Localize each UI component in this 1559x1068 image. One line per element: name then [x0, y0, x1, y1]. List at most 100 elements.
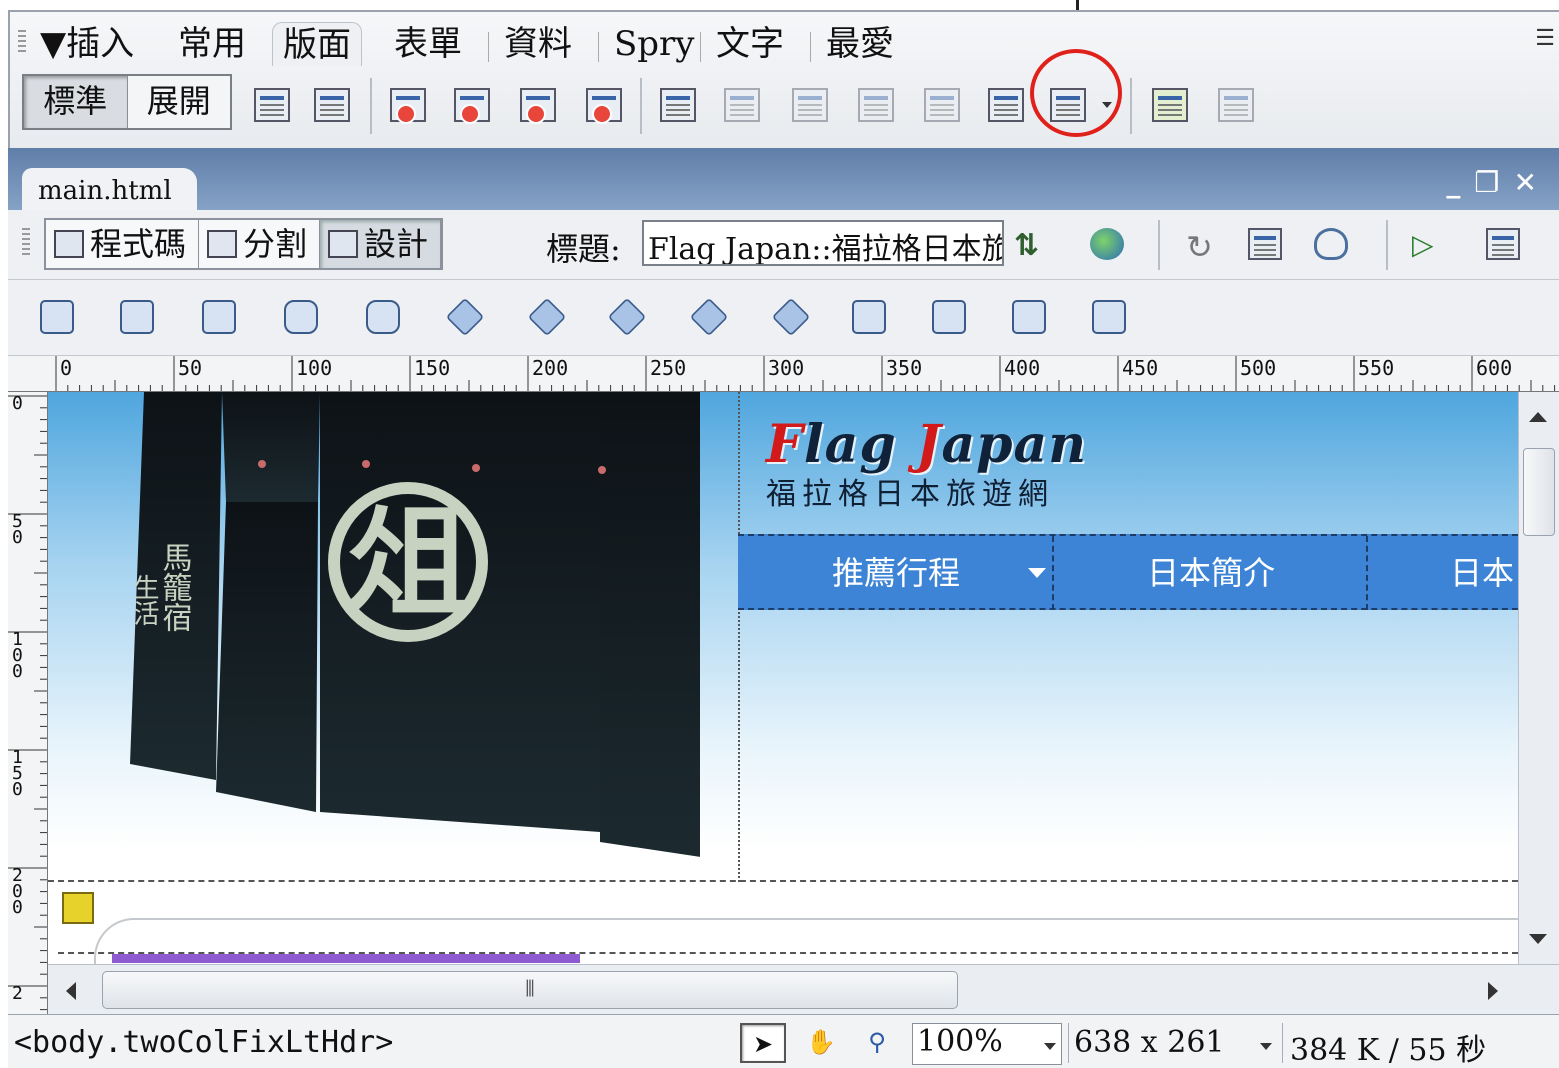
toolbar-grip[interactable] — [22, 228, 30, 258]
layout-tool-icon[interactable] — [527, 297, 567, 337]
toolbar-separator — [640, 78, 642, 134]
expanded-mode-button[interactable]: 展開 — [128, 76, 231, 128]
insert-panel-title[interactable]: ▼插入 — [40, 22, 134, 66]
horizontal-scrollbar[interactable]: ⦀ — [48, 964, 1559, 1014]
design-view-button[interactable]: 設計 — [320, 220, 442, 268]
ruler-label: 400 — [1004, 356, 1041, 380]
layout-tool-icon[interactable] — [40, 300, 74, 334]
highlight-circle — [1030, 49, 1122, 137]
logo-subtitle: 福拉格日本旅遊網 — [766, 477, 1054, 512]
tab-text[interactable]: 文字 — [716, 22, 784, 66]
layout-tool-icon[interactable] — [445, 297, 485, 337]
document-tab[interactable]: main.html — [22, 168, 197, 214]
file-management-icon[interactable]: ⇅ — [1014, 228, 1048, 263]
insert-table-grid-icon[interactable] — [660, 88, 696, 122]
scroll-right-icon[interactable] — [1488, 982, 1498, 1000]
insert-column-right-icon — [924, 88, 960, 122]
visual-aids-icon[interactable] — [1314, 228, 1348, 260]
layout-mode-icon[interactable] — [1152, 88, 1188, 122]
panel-grip[interactable] — [18, 30, 26, 52]
split-view-button[interactable]: 分割 — [199, 220, 321, 268]
pointer-tool-icon[interactable]: ➤ — [740, 1023, 786, 1063]
noren-emblem: 俎 — [347, 492, 468, 633]
spry-tabbed-panels-icon[interactable] — [454, 88, 490, 124]
nav-item-recommended-itineraries[interactable]: 推薦行程 — [738, 536, 1054, 610]
vertical-scroll-thumb[interactable] — [1523, 448, 1555, 536]
ruler-label: 150 — [12, 747, 23, 800]
close-icon[interactable]: ✕ — [1514, 166, 1551, 199]
page-title-input[interactable]: Flag Japan::福拉格日本旅遊網 — [642, 220, 1004, 266]
validate-markup-icon[interactable]: ▷ — [1412, 228, 1446, 261]
layout-tool-icon[interactable] — [1092, 300, 1126, 334]
design-icon — [328, 230, 359, 258]
zoom-tool-icon[interactable]: ⚲ — [854, 1023, 900, 1063]
layout-tool-icon[interactable] — [689, 297, 729, 337]
toolbar-separator — [370, 78, 372, 134]
tab-spry[interactable]: Spry — [614, 22, 695, 66]
tab-favorites[interactable]: 最愛 — [826, 22, 894, 66]
zoom-dropdown-icon[interactable] — [1044, 1043, 1056, 1050]
hand-tool-icon[interactable]: ✋ — [798, 1023, 844, 1063]
selected-element-bar[interactable] — [112, 954, 580, 963]
insert-panel: ▼插入 常用 版面 表單 資料 Spry 文字 最愛 ☰ 標準 展開 — [8, 10, 1559, 155]
nav-item-japan-intro[interactable]: 日本簡介 — [1054, 536, 1368, 610]
spry-accordion-icon[interactable] — [520, 88, 556, 124]
layout-tool-icon[interactable] — [202, 300, 236, 334]
scroll-left-icon[interactable] — [66, 982, 76, 1000]
nav-item-japan[interactable]: 日本 — [1378, 536, 1518, 610]
ruler-label: 50 — [12, 511, 23, 548]
layout-tool-icon[interactable] — [771, 297, 811, 337]
ruler-label: 2 — [12, 983, 23, 1004]
tab-data[interactable]: 資料 — [504, 22, 572, 66]
scroll-down-icon[interactable] — [1529, 934, 1547, 944]
code-view-button[interactable]: 程式碼 — [46, 220, 200, 268]
site-logo: Flag Japan 福拉格日本旅遊網 — [766, 414, 1087, 513]
iframe-icon[interactable] — [988, 88, 1024, 122]
tab-layout[interactable]: 版面 — [272, 22, 362, 66]
tab-forms[interactable]: 表單 — [394, 22, 462, 66]
restore-icon[interactable]: ❐ — [1474, 166, 1513, 199]
insert-row-above-icon — [724, 88, 760, 122]
panel-options-icon[interactable]: ☰ — [1535, 26, 1555, 51]
standard-mode-button[interactable]: 標準 — [24, 76, 128, 128]
check-browser-compatibility-icon[interactable] — [1486, 228, 1520, 260]
insert-table-icon[interactable] — [254, 88, 290, 122]
tab-common[interactable]: 常用 — [178, 22, 246, 66]
spry-menu-bar-icon[interactable] — [390, 88, 426, 124]
document-toolbar: 程式碼 分割 設計 標題: Flag Japan::福拉格日本旅遊網 ⇅ ↻ ▷ — [8, 210, 1559, 280]
noren-curtain-image: 俎 馬籠宿 生活 — [130, 392, 700, 857]
layout-tool-icon[interactable] — [932, 300, 966, 334]
window-size[interactable]: 638 x 261 — [1074, 1025, 1225, 1060]
layout-tool-icon[interactable] — [120, 300, 154, 334]
refresh-icon[interactable]: ↻ — [1186, 228, 1220, 266]
layout-tool-icon[interactable] — [607, 297, 647, 337]
expanded-table-icon[interactable] — [1218, 88, 1254, 122]
script-marker-icon[interactable] — [62, 892, 94, 924]
tab-separator — [598, 32, 599, 62]
design-canvas[interactable]: 俎 馬籠宿 生活 Flag Japan 福拉格日本旅遊網 推薦行程 日本簡介 日… — [48, 392, 1518, 964]
scroll-up-icon[interactable] — [1529, 412, 1547, 422]
vertical-scrollbar[interactable] — [1518, 392, 1559, 964]
minimize-icon[interactable]: _ — [1446, 166, 1474, 199]
ruler-label: 100 — [12, 629, 23, 682]
sidebar-boundary — [738, 392, 740, 882]
spry-collapsible-panel-icon[interactable] — [586, 88, 622, 124]
status-separator — [1068, 1023, 1069, 1063]
view-options-icon[interactable] — [1248, 228, 1282, 260]
submenu-arrow-icon — [1028, 568, 1046, 578]
ruler-label: 100 — [296, 356, 333, 380]
comment-icon[interactable] — [366, 300, 400, 334]
logo-title: Flag Japan — [766, 414, 1087, 475]
comment-icon[interactable] — [284, 300, 318, 334]
layout-tool-icon[interactable] — [1012, 300, 1046, 334]
tag-selector[interactable]: <body.twoColFixLtHdr> — [14, 1025, 393, 1060]
zoom-select[interactable]: 100% — [912, 1023, 1062, 1065]
ruler-label: 300 — [768, 356, 805, 380]
window-size-dropdown-icon[interactable] — [1260, 1043, 1272, 1050]
horizontal-scroll-thumb[interactable]: ⦀ — [102, 971, 958, 1009]
layout-tool-icon[interactable] — [852, 300, 886, 334]
preview-in-browser-icon[interactable] — [1090, 228, 1124, 260]
insert-div-tag-icon[interactable] — [314, 88, 350, 122]
tab-separator — [488, 32, 489, 62]
toolbar-separator — [1158, 220, 1160, 270]
